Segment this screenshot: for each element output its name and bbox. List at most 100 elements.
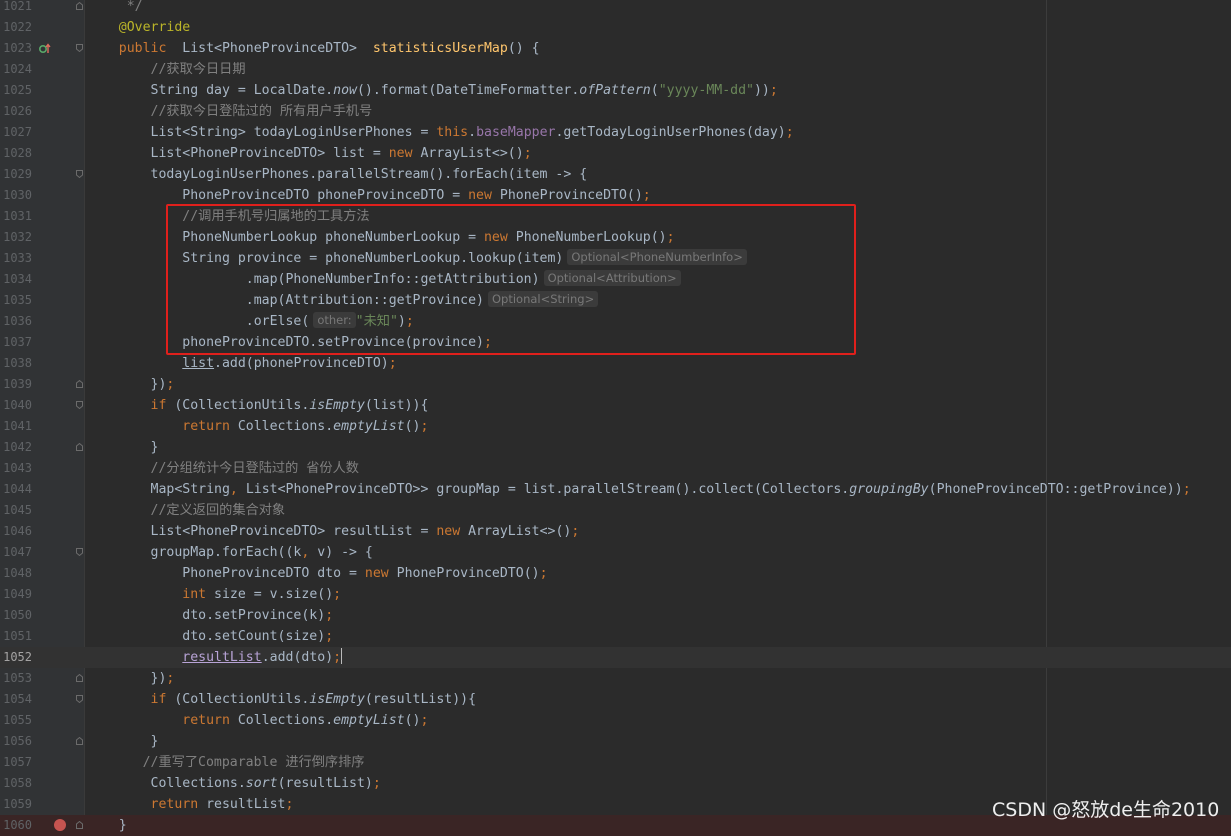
code-line[interactable]: 1053 }); [0,668,1231,689]
fold-marker-icon[interactable] [76,2,83,10]
code-text[interactable]: //获取今日登陆过的 所有用户手机号 [87,101,373,122]
code-line[interactable]: 1026 //获取今日登陆过的 所有用户手机号 [0,101,1231,122]
line-number[interactable]: 1039 [0,374,32,395]
code-text[interactable]: dto.setProvince(k); [87,605,333,626]
code-text[interactable]: public List<PhoneProvinceDTO> statistics… [87,38,540,59]
code-editor[interactable]: 1021 */1022 @Override 1023 public List<Ph… [0,0,1231,836]
line-number[interactable]: 1038 [0,353,32,374]
line-number[interactable]: 1043 [0,458,32,479]
code-text[interactable]: //获取今日日期 [87,59,246,80]
fold-marker-icon[interactable] [76,380,83,388]
fold-marker-icon[interactable] [76,548,83,556]
code-text[interactable]: }); [87,374,175,395]
line-number[interactable]: 1034 [0,269,32,290]
code-text[interactable]: //重写了Comparable 进行倒序排序 [87,752,365,773]
code-line[interactable]: 1033 String province = phoneNumberLookup… [0,248,1231,269]
line-number[interactable]: 1030 [0,185,32,206]
code-text[interactable]: } [87,731,159,752]
code-text[interactable]: list.add(phoneProvinceDTO); [87,353,396,374]
code-line[interactable]: 1028 List<PhoneProvinceDTO> list = new A… [0,143,1231,164]
line-number[interactable]: 1048 [0,563,32,584]
code-text[interactable]: PhoneProvinceDTO dto = new PhoneProvince… [87,563,547,584]
code-text[interactable]: String province = phoneNumberLookup.look… [87,248,747,269]
line-number[interactable]: 1051 [0,626,32,647]
line-number[interactable]: 1050 [0,605,32,626]
line-number[interactable]: 1041 [0,416,32,437]
code-line[interactable]: 1056 } [0,731,1231,752]
line-number[interactable]: 1033 [0,248,32,269]
line-number[interactable]: 1057 [0,752,32,773]
code-text[interactable]: PhoneProvinceDTO phoneProvinceDTO = new … [87,185,650,206]
code-text[interactable]: if (CollectionUtils.isEmpty(list)){ [87,395,429,416]
code-line[interactable]: 1044 Map<String, List<PhoneProvinceDTO>>… [0,479,1231,500]
override-method-icon[interactable] [38,41,52,55]
code-line[interactable]: 1048 PhoneProvinceDTO dto = new PhonePro… [0,563,1231,584]
code-text[interactable]: //定义返回的集合对象 [87,500,286,521]
line-number[interactable]: 1042 [0,437,32,458]
fold-marker-icon[interactable] [76,401,83,409]
line-number[interactable]: 1021 [0,0,32,17]
code-line[interactable]: 1042 } [0,437,1231,458]
code-text[interactable]: List<PhoneProvinceDTO> list = new ArrayL… [87,143,532,164]
line-number[interactable]: 1053 [0,668,32,689]
code-text[interactable]: } [87,815,127,836]
code-line[interactable]: 1055 return Collections.emptyList(); [0,710,1231,731]
code-line[interactable]: 1054 if (CollectionUtils.isEmpty(resultL… [0,689,1231,710]
line-number[interactable]: 1054 [0,689,32,710]
code-text[interactable]: List<PhoneProvinceDTO> resultList = new … [87,521,580,542]
line-number[interactable]: 1035 [0,290,32,311]
line-number[interactable]: 1022 [0,17,32,38]
line-number[interactable]: 1037 [0,332,32,353]
code-line[interactable]: 1030 PhoneProvinceDTO phoneProvinceDTO =… [0,185,1231,206]
line-number[interactable]: 1025 [0,80,32,101]
code-text[interactable]: if (CollectionUtils.isEmpty(resultList))… [87,689,477,710]
fold-marker-icon[interactable] [76,443,83,451]
code-text[interactable]: */ [87,0,143,17]
code-text[interactable]: //分组统计今日登陆过的 省份人数 [87,458,359,479]
code-text[interactable]: @Override [87,17,190,38]
line-number[interactable]: 1036 [0,311,32,332]
fold-marker-icon[interactable] [76,170,83,178]
code-line[interactable]: 1047 groupMap.forEach((k, v) -> { [0,542,1231,563]
code-line[interactable]: 1023 public List<PhoneProvinceDTO> stati… [0,38,1231,59]
code-text[interactable]: } [87,437,159,458]
breakpoint-icon[interactable] [54,819,66,831]
code-line[interactable]: 1022 @Override [0,17,1231,38]
code-text[interactable]: phoneProvinceDTO.setProvince(province); [87,332,492,353]
code-line[interactable]: 1037 phoneProvinceDTO.setProvince(provin… [0,332,1231,353]
code-line[interactable]: 1027 List<String> todayLoginUserPhones =… [0,122,1231,143]
fold-marker-icon[interactable] [76,44,83,52]
line-number[interactable]: 1026 [0,101,32,122]
code-line[interactable]: 1040 if (CollectionUtils.isEmpty(list)){ [0,395,1231,416]
line-number[interactable]: 1024 [0,59,32,80]
code-line[interactable]: 1041 return Collections.emptyList(); [0,416,1231,437]
code-line[interactable]: 1045 //定义返回的集合对象 [0,500,1231,521]
line-number[interactable]: 1040 [0,395,32,416]
line-number[interactable]: 1055 [0,710,32,731]
code-line[interactable]: 1036 .orElse(other: "未知"); [0,311,1231,332]
code-text[interactable]: String day = LocalDate.now().format(Date… [87,80,778,101]
fold-marker-icon[interactable] [76,695,83,703]
code-text[interactable]: resultList.add(dto); [87,647,343,668]
code-text[interactable]: groupMap.forEach((k, v) -> { [87,542,373,563]
code-line[interactable]: 1024 //获取今日日期 [0,59,1231,80]
line-number[interactable]: 1049 [0,584,32,605]
code-line[interactable]: 1032 PhoneNumberLookup phoneNumberLookup… [0,227,1231,248]
line-number[interactable]: 1029 [0,164,32,185]
line-number[interactable]: 1047 [0,542,32,563]
code-text[interactable]: Collections.sort(resultList); [87,773,381,794]
code-text[interactable]: return Collections.emptyList(); [87,416,428,437]
line-number[interactable]: 1032 [0,227,32,248]
code-line[interactable]: 1043 //分组统计今日登陆过的 省份人数 [0,458,1231,479]
line-number[interactable]: 1056 [0,731,32,752]
code-line[interactable]: 1057 //重写了Comparable 进行倒序排序 [0,752,1231,773]
line-number[interactable]: 1023 [0,38,32,59]
code-text[interactable]: List<String> todayLoginUserPhones = this… [87,122,794,143]
line-number[interactable]: 1058 [0,773,32,794]
code-text[interactable]: //调用手机号归属地的工具方法 [87,206,369,227]
line-number[interactable]: 1052 [0,647,32,668]
line-number[interactable]: 1028 [0,143,32,164]
code-line[interactable]: 1051 dto.setCount(size); [0,626,1231,647]
line-number[interactable]: 1059 [0,794,32,815]
code-text[interactable]: todayLoginUserPhones.parallelStream().fo… [87,164,588,185]
